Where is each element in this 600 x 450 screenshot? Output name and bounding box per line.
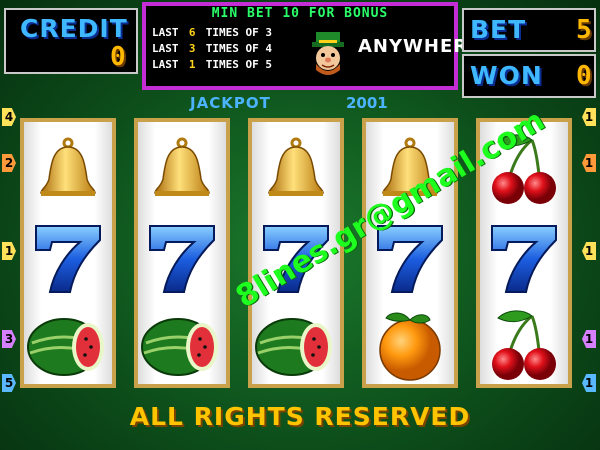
won-label: WON (470, 61, 543, 90)
bonus-title: MIN BET 10 FOR BONUS (211, 6, 389, 21)
bell-icon (138, 126, 226, 214)
bonus-row: LAST 6 TIMES OF 3 (152, 26, 272, 39)
bonus-row: LAST 3 TIMES OF 4 (152, 42, 272, 55)
reel-1 (20, 118, 116, 388)
credit-label: CREDIT (20, 14, 128, 43)
bell-icon (252, 126, 340, 214)
won-value: 0 (576, 61, 592, 91)
payline-marker-right: 1 (582, 242, 596, 260)
bet-value: 5 (576, 15, 592, 45)
seven-icon (138, 214, 226, 302)
watermelon-icon (252, 302, 340, 390)
bet-label: BET (470, 15, 527, 44)
seven-icon (480, 214, 568, 302)
won-panel: WON 0 (462, 54, 596, 98)
orange-icon (366, 302, 454, 390)
payline-marker-right: 1 (582, 330, 596, 348)
jackpot-label: JACKPOT (190, 94, 271, 112)
bell-icon (24, 126, 112, 214)
bonus-info-panel: MIN BET 10 FOR BONUS LAST 6 TIMES OF 3 L… (142, 2, 480, 90)
bonus-row: LAST 1 TIMES OF 5 (152, 58, 272, 71)
seven-icon (24, 214, 112, 302)
cherry-icon (480, 302, 568, 390)
credit-value: 0 (110, 42, 126, 72)
leprechaun-face-icon (312, 32, 344, 75)
payline-marker-left: 3 (2, 330, 16, 348)
slot-machine-screen: CREDIT 0 MIN BET 10 FOR BONUS LAST 6 TIM… (0, 0, 600, 450)
payline-marker-left: 2 (2, 154, 16, 172)
footer-text: ALL RIGHTS RESERVED (129, 402, 471, 431)
payline-marker-right: 1 (582, 108, 596, 126)
bet-panel: BET 5 (462, 8, 596, 52)
watermelon-icon (24, 302, 112, 390)
payline-marker-left: 5 (2, 374, 16, 392)
payline-marker-left: 4 (2, 108, 16, 126)
credit-panel: CREDIT 0 (4, 8, 138, 74)
payline-marker-right: 1 (582, 154, 596, 172)
watermelon-icon (138, 302, 226, 390)
jackpot-value: 2001 (346, 94, 388, 112)
reel-2 (134, 118, 230, 388)
payline-marker-left: 1 (2, 242, 16, 260)
payline-marker-right: 1 (582, 374, 596, 392)
